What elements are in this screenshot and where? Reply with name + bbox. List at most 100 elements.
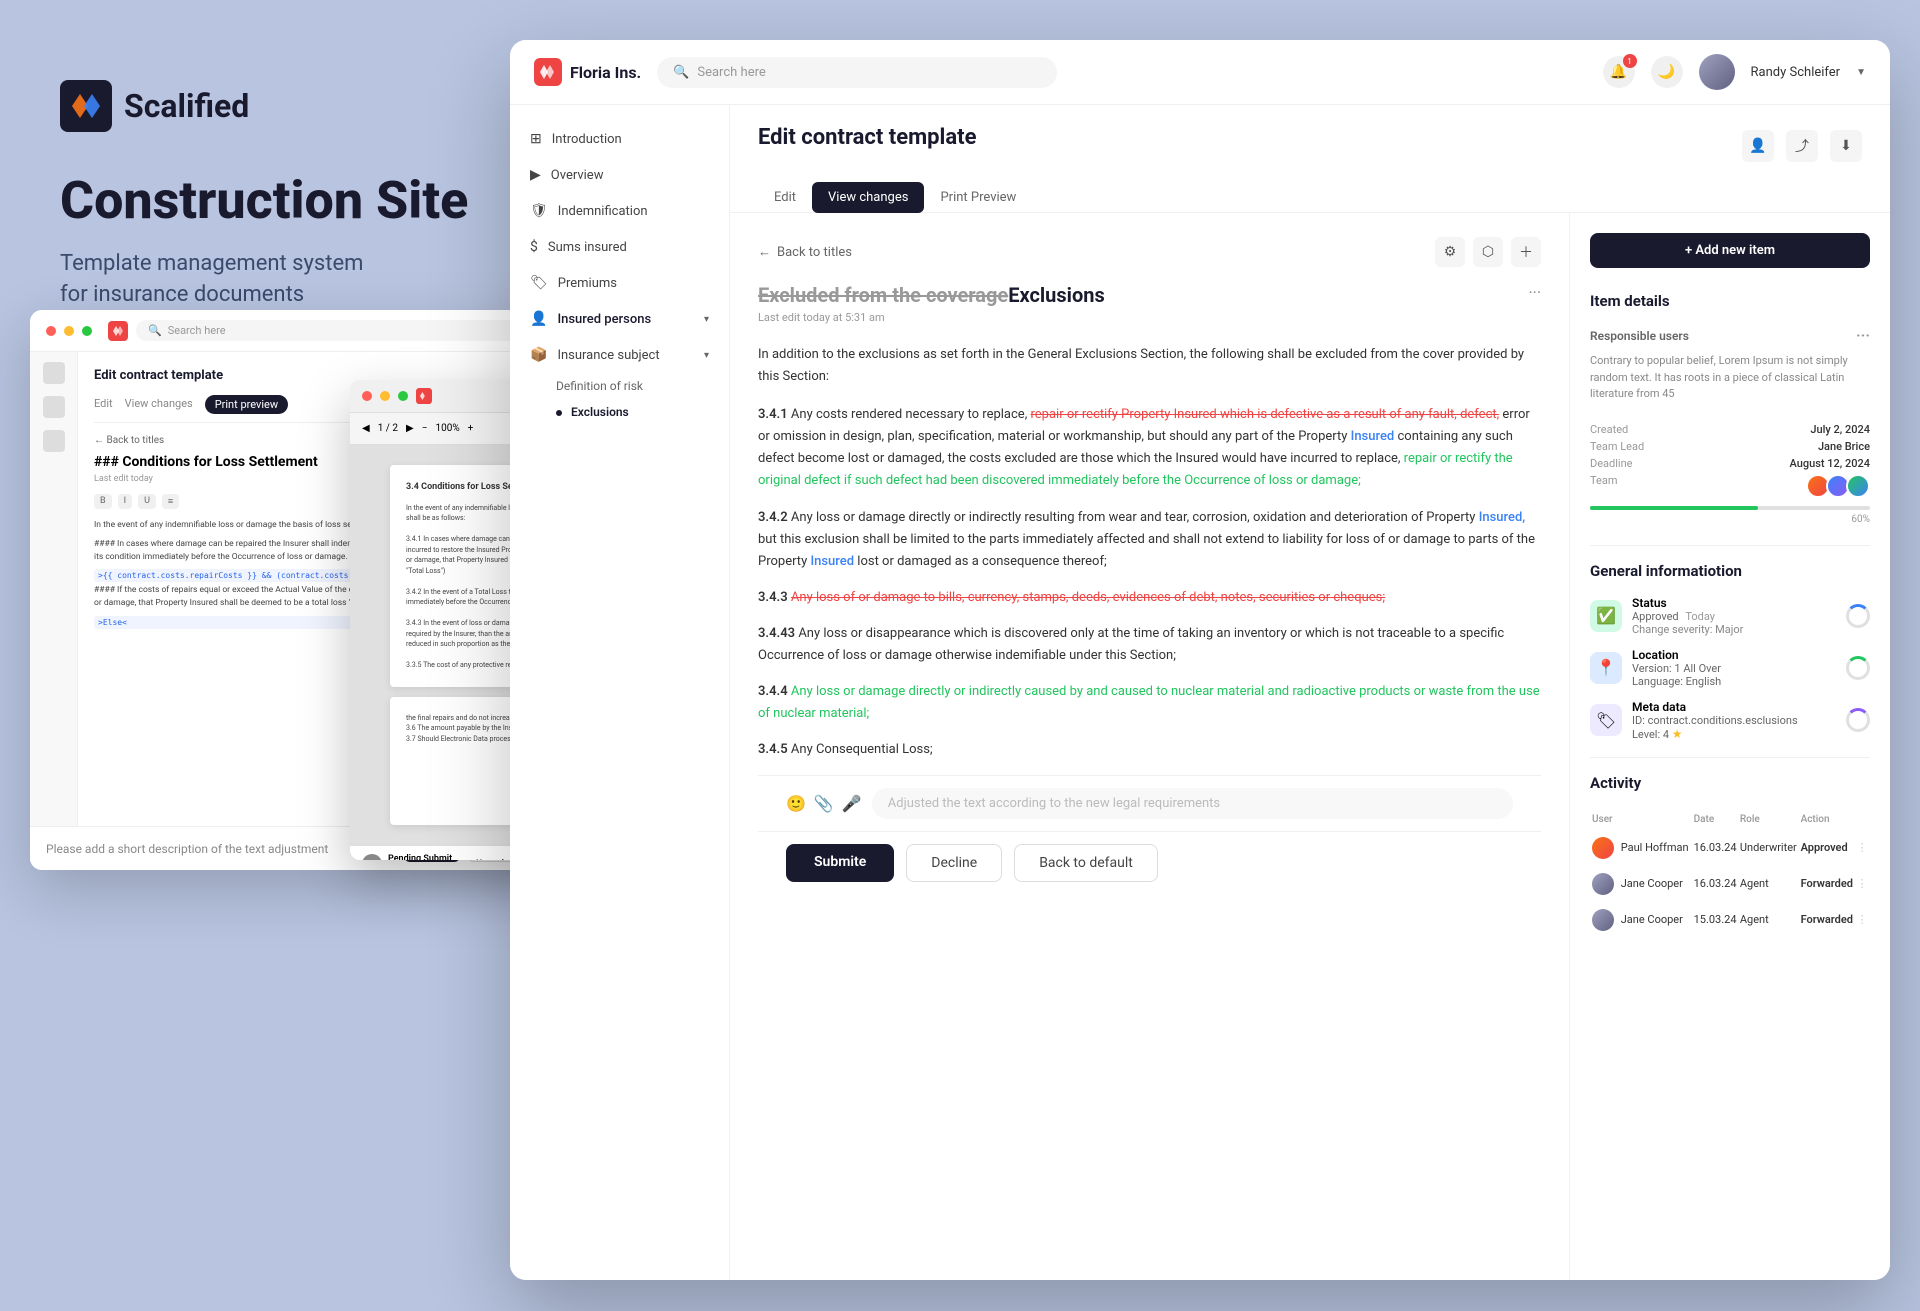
company-name: Floria Ins. bbox=[570, 63, 641, 82]
doc-toolbar: ← Back to titles ⚙ ⬡ ＋ bbox=[758, 237, 1541, 267]
doc-title-row: Excluded from the coverage Exclusions ··… bbox=[758, 283, 1541, 307]
activity-date-2: 16.03.24 bbox=[1694, 867, 1738, 901]
pw-max-dot[interactable] bbox=[398, 391, 408, 401]
sw-icon-2[interactable] bbox=[43, 396, 65, 418]
sidebar-sub-exclusions[interactable]: Exclusions bbox=[510, 399, 729, 425]
section-num-3-4-3: 3.4.3 bbox=[758, 590, 791, 605]
logo-area: Scalified bbox=[60, 80, 540, 132]
copy-icon-btn[interactable]: ⬡ bbox=[1473, 237, 1503, 267]
pw-zoom-level: 100% bbox=[435, 423, 459, 434]
responsible-users-menu[interactable]: ··· bbox=[1856, 326, 1870, 345]
activity-header-more bbox=[1857, 810, 1868, 829]
location-icon: 📍 bbox=[1590, 652, 1622, 684]
close-dot[interactable] bbox=[46, 326, 56, 336]
sw-bold-btn[interactable]: B bbox=[94, 494, 112, 509]
sidebar-item-introduction[interactable]: ⊞ Introduction bbox=[510, 121, 729, 157]
maximize-dot[interactable] bbox=[82, 326, 92, 336]
emoji-icon[interactable]: 🙂 bbox=[786, 794, 806, 813]
attachment-icon[interactable]: 📎 bbox=[814, 794, 834, 813]
minimize-dot[interactable] bbox=[64, 326, 74, 336]
activity-avatar-1 bbox=[1592, 837, 1614, 859]
sidebar-item-insured-persons[interactable]: 👤 Insured persons ▾ bbox=[510, 301, 729, 337]
general-info-title: General informatiotion bbox=[1590, 562, 1870, 580]
video-icon: ▶ bbox=[530, 167, 541, 183]
theme-toggle-icon[interactable]: 🌙 bbox=[1651, 56, 1683, 88]
download-icon-btn[interactable]: ⬇ bbox=[1830, 130, 1862, 162]
meta-id: ID: contract.conditions.esclusions bbox=[1632, 714, 1798, 727]
activity-action-1: Approved bbox=[1801, 831, 1855, 865]
pw-pending-label: Pending Submit bbox=[388, 854, 452, 860]
location-title: Location bbox=[1632, 648, 1721, 662]
activity-role-3: Agent bbox=[1740, 903, 1799, 937]
decline-button[interactable]: Decline bbox=[906, 844, 1002, 882]
tag-icon: 🏷 bbox=[530, 275, 548, 291]
sw-list-btn[interactable]: ≡ bbox=[162, 494, 179, 509]
activity-more-3[interactable]: ⋮ bbox=[1857, 903, 1868, 937]
location-language: Language: English bbox=[1632, 675, 1721, 688]
sidebar-item-insurance-subject[interactable]: 📦 Insurance subject ▾ bbox=[510, 337, 729, 373]
person-icon-btn[interactable]: 👤 bbox=[1742, 130, 1774, 162]
sidebar-item-overview[interactable]: ▶ Overview bbox=[510, 157, 729, 193]
sw-tab-view[interactable]: View changes bbox=[125, 395, 193, 414]
doc-actions: ⚙ ⬡ ＋ bbox=[1435, 237, 1541, 267]
pw-minus-icon[interactable]: − bbox=[422, 423, 428, 434]
tab-view-changes[interactable]: View changes bbox=[812, 182, 924, 213]
main-search-bar[interactable]: 🔍 Search here bbox=[657, 57, 1057, 88]
sw-icon-1[interactable] bbox=[43, 362, 65, 384]
status-details: Approved Today bbox=[1632, 610, 1743, 623]
mic-icon[interactable]: 🎤 bbox=[842, 794, 862, 813]
activity-more-2[interactable]: ⋮ bbox=[1857, 867, 1868, 901]
submit-button[interactable]: Submite bbox=[786, 844, 894, 882]
sw-icon-3[interactable] bbox=[43, 430, 65, 452]
status-info: Status Approved Today Change severity: M… bbox=[1632, 596, 1743, 636]
main-heading: Construction Site bbox=[60, 172, 540, 229]
sw-italic-btn[interactable]: I bbox=[118, 494, 132, 509]
pw-min-dot[interactable] bbox=[380, 391, 390, 401]
sidebar-item-sums-insured[interactable]: $ Sums insured bbox=[510, 229, 729, 265]
pw-close-dot[interactable] bbox=[362, 391, 372, 401]
user-avatar[interactable] bbox=[1699, 54, 1735, 90]
back-to-default-button[interactable]: Back to default bbox=[1014, 844, 1158, 882]
doc-section-3-4-2: 3.4.2 Any loss or damage directly or ind… bbox=[758, 507, 1541, 573]
responsible-text: Contrary to popular belief, Lorem Ipsum … bbox=[1590, 353, 1870, 403]
user-menu-chevron[interactable]: ▼ bbox=[1856, 67, 1866, 78]
sidebar-item-indemnification[interactable]: 🛡 Indemnification bbox=[510, 193, 729, 229]
doc-title-new: Exclusions bbox=[1008, 283, 1104, 307]
sw-tab-edit[interactable]: Edit bbox=[94, 395, 113, 414]
notification-icon[interactable]: 🔔 1 bbox=[1603, 56, 1635, 88]
document-panel: ← Back to titles ⚙ ⬡ ＋ Excluded from the… bbox=[730, 213, 1570, 1280]
status-icon: ✅ bbox=[1590, 600, 1622, 632]
insured-highlight-2: Insured, bbox=[1479, 510, 1526, 525]
status-spinner bbox=[1846, 604, 1870, 628]
settings-icon-btn[interactable]: ⚙ bbox=[1435, 237, 1465, 267]
small-search-icon: 🔍 bbox=[148, 324, 162, 337]
add-icon-btn[interactable]: ＋ bbox=[1511, 237, 1541, 267]
share-icon-btn[interactable]: ⤴ bbox=[1786, 130, 1818, 162]
add-new-item-button[interactable]: + Add new item bbox=[1590, 233, 1870, 268]
back-to-titles-btn[interactable]: ← Back to titles bbox=[758, 244, 852, 260]
pw-nav-icon-right[interactable]: ▶ bbox=[406, 423, 414, 434]
activity-user-1: Paul Hoffman bbox=[1592, 831, 1692, 865]
created-row: Created July 2, 2024 bbox=[1590, 423, 1870, 436]
main-sidebar: ⊞ Introduction ▶ Overview 🛡 Indemnificat… bbox=[510, 105, 730, 1280]
meta-info: Meta data ID: contract.conditions.esclus… bbox=[1632, 700, 1798, 741]
activity-more-1[interactable]: ⋮ bbox=[1857, 831, 1868, 865]
sidebar-sub-definition-of-risk[interactable]: Definition of risk bbox=[510, 373, 729, 399]
responsible-users-title: Responsible users ··· bbox=[1590, 326, 1870, 345]
doc-title-menu[interactable]: ··· bbox=[1528, 283, 1541, 302]
pw-plus-icon[interactable]: + bbox=[468, 423, 474, 434]
pw-nav-icon-left[interactable]: ◀ bbox=[362, 423, 370, 434]
tab-print-preview[interactable]: Print Preview bbox=[924, 182, 1032, 213]
sidebar-item-premiums[interactable]: 🏷 Premiums bbox=[510, 265, 729, 301]
adjustment-input[interactable]: Adjusted the text according to the new l… bbox=[872, 788, 1513, 819]
sw-tab-print[interactable]: Print preview bbox=[205, 395, 288, 414]
doc-title-strikethrough: Excluded from the coverage bbox=[758, 283, 1008, 307]
tab-edit[interactable]: Edit bbox=[758, 182, 812, 213]
user-name: Randy Schleifer bbox=[1751, 65, 1841, 80]
sw-underline-btn[interactable]: U bbox=[138, 494, 156, 509]
small-search-text: Search here bbox=[168, 324, 226, 337]
activity-title: Activity bbox=[1590, 774, 1870, 792]
section-3-4-3-strike: Any loss of or damage to bills, currency… bbox=[791, 590, 1385, 605]
small-search-bar[interactable]: 🔍 Search here bbox=[136, 320, 558, 341]
doc-input-area: 🙂 📎 🎤 Adjusted the text according to the… bbox=[758, 775, 1541, 831]
